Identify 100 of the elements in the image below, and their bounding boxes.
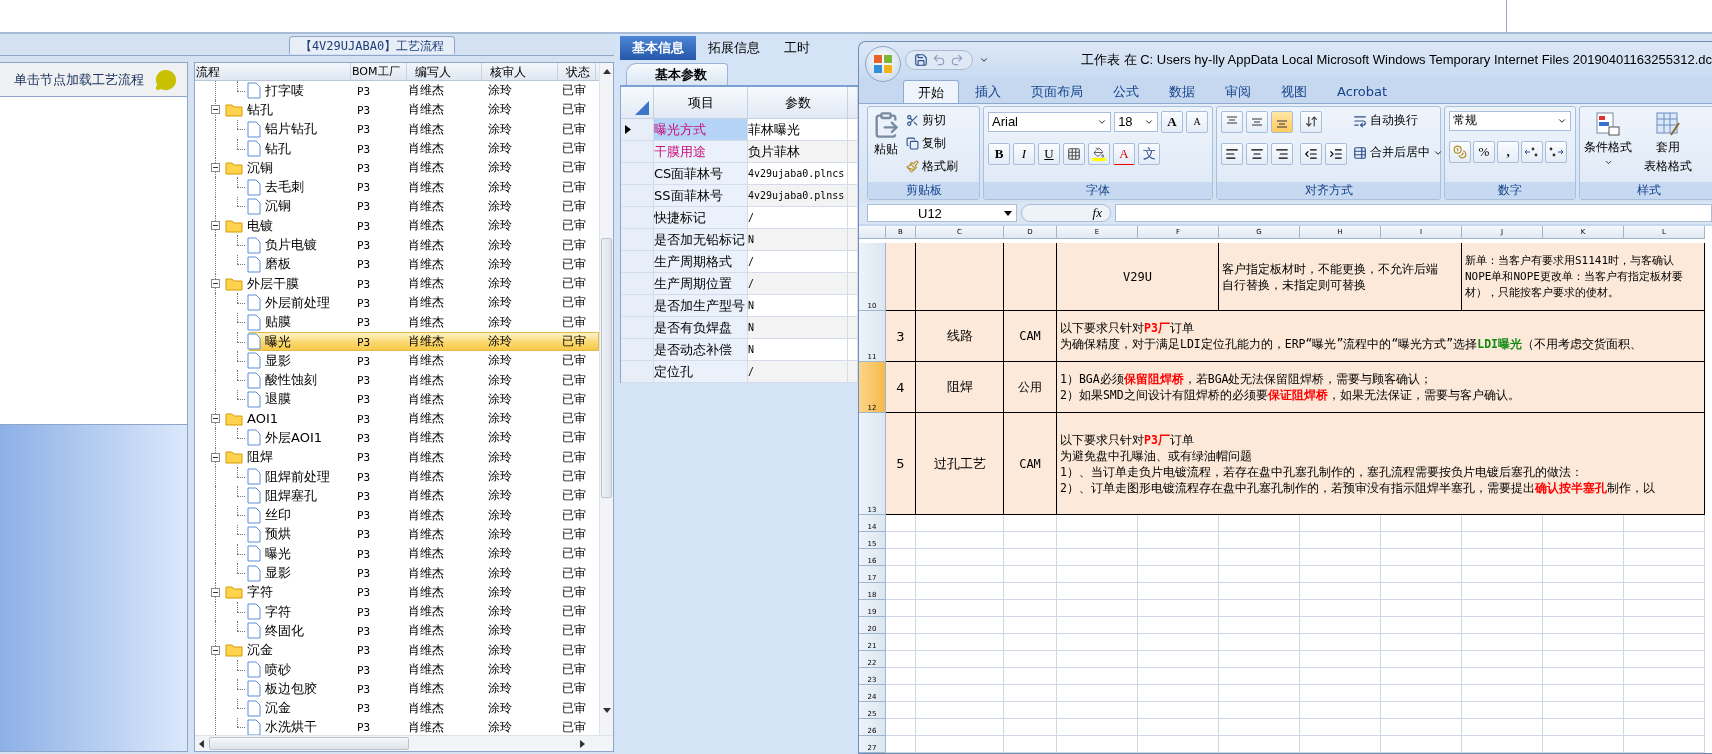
table-cell[interactable] — [1057, 566, 1138, 583]
table-cell[interactable] — [886, 685, 916, 702]
tree-node-label[interactable]: 去毛刺 — [265, 178, 304, 197]
font-color-button[interactable]: A — [1113, 142, 1135, 165]
tree-node-label[interactable]: 阻焊前处理 — [265, 467, 330, 486]
table-format-button[interactable]: 套用 表格格式 — [1644, 110, 1692, 179]
table-cell[interactable] — [1057, 515, 1138, 532]
table-cell[interactable] — [1624, 600, 1705, 617]
table-cell[interactable] — [1381, 736, 1462, 753]
ribbon-tab[interactable]: Acrobat — [1323, 79, 1402, 103]
table-cell[interactable] — [1219, 600, 1300, 617]
currency-button[interactable] — [1449, 140, 1471, 163]
table-cell[interactable] — [1462, 549, 1543, 566]
table-cell[interactable] — [1624, 668, 1705, 685]
table-cell[interactable] — [886, 515, 916, 532]
merge-center-button[interactable]: 合并后居中 — [1353, 142, 1443, 163]
table-cell[interactable] — [1624, 719, 1705, 736]
table-cell[interactable] — [916, 702, 1004, 719]
table-cell[interactable] — [1004, 566, 1057, 583]
tree-node-label[interactable]: 沉铜 — [247, 158, 273, 177]
table-cell[interactable] — [1462, 634, 1543, 651]
table-cell[interactable] — [1057, 600, 1138, 617]
table-cell[interactable] — [1543, 549, 1624, 566]
percent-button[interactable]: % — [1473, 140, 1495, 163]
ribbon-tab[interactable]: 开始 — [903, 79, 959, 103]
table-cell[interactable] — [1624, 515, 1705, 532]
collapse-icon[interactable] — [211, 221, 220, 231]
tab[interactable]: 工时 — [772, 36, 822, 60]
table-cell[interactable] — [1300, 566, 1381, 583]
table-cell[interactable] — [1624, 583, 1705, 600]
table-cell[interactable] — [1462, 600, 1543, 617]
tab[interactable]: 拓展信息 — [696, 36, 772, 60]
table-cell[interactable] — [1057, 583, 1138, 600]
collapse-icon[interactable] — [211, 278, 220, 288]
copy-button[interactable]: 复制 — [906, 133, 958, 154]
table-cell[interactable] — [886, 736, 916, 753]
borders-button[interactable] — [1063, 142, 1085, 165]
align-right-button[interactable] — [1271, 142, 1293, 165]
table-cell[interactable] — [1300, 685, 1381, 702]
horizontal-scrollbar[interactable] — [195, 735, 613, 751]
ribbon-tab[interactable]: 插入 — [961, 79, 1015, 103]
table-cell[interactable] — [1057, 668, 1138, 685]
ribbon-tab[interactable]: 数据 — [1155, 79, 1209, 103]
table-cell[interactable] — [1300, 600, 1381, 617]
table-cell[interactable] — [1138, 651, 1219, 668]
tree-node-label[interactable]: 磨板 — [265, 255, 291, 274]
table-cell[interactable] — [1057, 634, 1138, 651]
table-cell[interactable] — [1543, 668, 1624, 685]
vertical-align-button[interactable] — [1271, 110, 1293, 133]
column-header[interactable]: 状态 — [558, 63, 596, 80]
table-cell[interactable] — [1300, 702, 1381, 719]
table-cell[interactable] — [1300, 532, 1381, 549]
table-cell[interactable] — [1381, 702, 1462, 719]
tree-node-label[interactable]: 沉铜 — [265, 197, 291, 216]
tree-node-label[interactable]: 酸性蚀刻 — [265, 371, 317, 390]
table-cell[interactable] — [1462, 719, 1543, 736]
collapse-icon[interactable] — [211, 645, 220, 655]
table-cell[interactable] — [1543, 702, 1624, 719]
table-cell[interactable] — [1057, 532, 1138, 549]
table-cell[interactable] — [1624, 702, 1705, 719]
increase-decimal-button[interactable] — [1521, 140, 1543, 163]
table-cell[interactable] — [1543, 719, 1624, 736]
tree-node-label[interactable]: AOI1 — [247, 411, 278, 427]
table-cell[interactable] — [1381, 549, 1462, 566]
save-icon[interactable] — [914, 53, 928, 67]
table-cell[interactable] — [1381, 583, 1462, 600]
table-cell[interactable] — [1057, 651, 1138, 668]
table-cell[interactable] — [1057, 685, 1138, 702]
table-cell[interactable] — [1219, 532, 1300, 549]
table-cell[interactable] — [1300, 617, 1381, 634]
table-cell[interactable] — [1462, 736, 1543, 753]
table-cell[interactable] — [1381, 719, 1462, 736]
table-cell[interactable] — [886, 583, 916, 600]
table-cell[interactable] — [1300, 736, 1381, 753]
table-cell[interactable] — [1138, 515, 1219, 532]
table-cell[interactable] — [1624, 549, 1705, 566]
tree-node-label[interactable]: 钻孔 — [247, 100, 273, 119]
tree-node-label[interactable]: 丝印 — [265, 506, 291, 525]
column-header[interactable]: BOM工厂 — [351, 63, 407, 80]
tree-node-label[interactable]: 外层干膜 — [247, 274, 299, 293]
table-cell[interactable] — [1138, 566, 1219, 583]
tree-node-label[interactable]: 板边包胶 — [265, 679, 317, 698]
wrap-text-button[interactable]: 自动换行 — [1353, 110, 1443, 131]
table-cell[interactable] — [1004, 702, 1057, 719]
tree-node-label[interactable]: 贴膜 — [265, 313, 291, 332]
number-format-field[interactable]: 常规 — [1449, 110, 1571, 131]
table-cell[interactable] — [1138, 583, 1219, 600]
table-cell[interactable] — [916, 651, 1004, 668]
table-cell[interactable] — [1381, 600, 1462, 617]
italic-button[interactable]: I — [1013, 142, 1035, 165]
table-cell[interactable] — [1004, 549, 1057, 566]
vertical-align-button[interactable] — [1221, 110, 1243, 133]
tree-node-label[interactable]: 终固化 — [265, 621, 304, 640]
tab[interactable]: 基本信息 — [620, 36, 696, 60]
table-cell[interactable] — [1462, 532, 1543, 549]
table-cell[interactable] — [1381, 651, 1462, 668]
name-box[interactable]: U12 — [867, 204, 1017, 223]
table-cell[interactable] — [1543, 651, 1624, 668]
table-cell[interactable] — [1219, 668, 1300, 685]
table-cell[interactable] — [886, 566, 916, 583]
